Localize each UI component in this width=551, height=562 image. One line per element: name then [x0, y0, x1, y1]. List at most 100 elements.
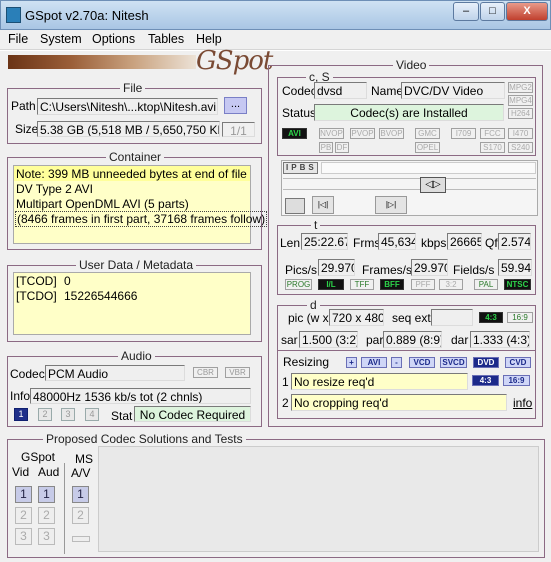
audio-codec-field: PCM Audio	[45, 365, 185, 381]
sar-label: sar	[281, 333, 298, 347]
path-field[interactable]: C:\Users\Nitesh\...ktop\Nitesh.avi	[37, 98, 218, 115]
snapshot-icon[interactable]	[285, 198, 305, 214]
maximize-button[interactable]: □	[480, 2, 505, 21]
resize-svcd-button[interactable]: SVCD	[440, 357, 467, 368]
vbr-indicator: VBR	[225, 367, 250, 378]
menu-file[interactable]: File	[8, 32, 28, 46]
seek-slider[interactable]	[283, 178, 536, 190]
mode-ntsc: NTSC	[504, 279, 531, 290]
container-group-title: Container	[106, 150, 165, 164]
minimize-button[interactable]: –	[453, 2, 479, 21]
kbps-field: 26665	[447, 233, 482, 250]
resize-minus-button[interactable]: -	[391, 357, 402, 368]
ar-4-3: 4:3	[479, 312, 503, 323]
menu-system[interactable]: System	[40, 32, 82, 46]
aud-solution-2[interactable]: 2	[38, 507, 55, 524]
seqext-field	[431, 309, 473, 326]
audio-stat-label: Stat	[111, 409, 133, 423]
flag-df: DF	[335, 142, 349, 153]
qf-field: 2.574	[498, 233, 531, 250]
video-group-title: Video	[393, 58, 430, 72]
close-button[interactable]: X	[506, 2, 548, 21]
av-solution-3[interactable]	[72, 536, 90, 542]
resize-ar-4-3[interactable]: 4:3	[472, 375, 499, 386]
meta-val-1: 0	[64, 274, 71, 288]
resize-ar-16-9[interactable]: 16:9	[503, 375, 530, 386]
seqext-label: seq ext	[392, 311, 431, 325]
fmt-mpg2: MPG2	[508, 82, 533, 93]
vid-solution-3[interactable]: 3	[15, 528, 32, 545]
av-solution-1[interactable]: 1	[72, 486, 89, 503]
audio-codec-label: Codec	[10, 367, 45, 381]
audio-stream-1[interactable]: 1	[14, 408, 28, 421]
resize-dvd-button[interactable]: DVD	[473, 357, 499, 368]
flag-s240: S240	[508, 142, 533, 153]
timeline-track	[321, 162, 536, 174]
len-field: 25:22.67(	[301, 233, 348, 250]
mode-pal: PAL	[474, 279, 498, 290]
frames-field: 29.970	[411, 259, 448, 276]
aud-col-label: Aud	[38, 465, 60, 479]
mode-bff: BFF	[380, 279, 404, 290]
step-back-icon[interactable]: |◁|	[312, 196, 334, 214]
proposed-solutions-panel	[98, 446, 539, 552]
kbps-label: kbps	[421, 236, 447, 250]
aud-solution-3[interactable]: 3	[38, 528, 55, 545]
menu-bar: File System Options Tables Help	[0, 30, 551, 50]
ipbs-p: P	[291, 163, 300, 172]
gspot-logo: GSpot	[196, 46, 273, 76]
dar-label: dar	[451, 333, 469, 347]
fields-label: Fields/s	[453, 263, 495, 277]
audio-stream-4[interactable]: 4	[85, 408, 99, 421]
ar-16-9: 16:9	[507, 312, 533, 323]
menu-tables[interactable]: Tables	[148, 32, 184, 46]
file-group-title: File	[120, 81, 146, 95]
frms-label: Frms	[353, 236, 381, 250]
frms-field: 45,634	[378, 233, 416, 250]
mode-pff: PFF	[411, 279, 435, 290]
browse-button[interactable]: ...	[224, 97, 247, 114]
vid-solution-1[interactable]: 1	[15, 486, 32, 503]
flag-opel: OPEL	[415, 142, 440, 153]
audio-stream-2[interactable]: 2	[38, 408, 52, 421]
aud-solution-1[interactable]: 1	[38, 486, 55, 503]
container-line-3: (8466 frames in first part, 37168 frames…	[15, 211, 268, 227]
video-codec-field: dvsd	[314, 82, 367, 99]
menu-options[interactable]: Options	[92, 32, 135, 46]
resize-avi-button[interactable]: AVI	[361, 357, 387, 368]
resize-cvd-button[interactable]: CVD	[505, 357, 531, 368]
size-label: Size	[15, 122, 39, 136]
resize-row-1-label: 1	[282, 375, 289, 389]
proposed-divider	[64, 463, 65, 554]
resizing-label: Resizing	[283, 355, 330, 369]
audio-info-label: Info	[10, 389, 31, 403]
info-link[interactable]: info	[513, 396, 532, 410]
mode-prog: PROG	[285, 279, 312, 290]
video-name-label: Name	[371, 84, 404, 98]
window-title: GSpot v2.70a: Nitesh	[25, 8, 149, 23]
seek-thumb-icon[interactable]: ◁▷	[420, 177, 446, 193]
title-bar: GSpot v2.70a: Nitesh – □ X	[0, 0, 551, 30]
av-solution-2[interactable]: 2	[72, 507, 89, 524]
mode-32: 3:2	[439, 279, 463, 290]
audio-stat-field: No Codec Required	[134, 406, 251, 422]
resize-vcd-button[interactable]: VCD	[409, 357, 435, 368]
pics-label: Pics/s	[285, 263, 318, 277]
fmt-mpg4: MPG4	[508, 95, 533, 106]
flag-nvop: NVOP	[319, 128, 344, 139]
audio-info-field: 48000Hz 1536 kb/s tot (2 chnls)	[30, 388, 251, 404]
resize-row-2-label: 2	[282, 396, 289, 410]
vid-solution-2[interactable]: 2	[15, 507, 32, 524]
len-label: Len	[280, 236, 301, 250]
flag-pb: PB	[319, 142, 333, 153]
metadata-group-title: User Data / Metadata	[76, 258, 197, 272]
resize-plus-button[interactable]: +	[346, 357, 357, 368]
audio-stream-3[interactable]: 3	[61, 408, 75, 421]
menu-help[interactable]: Help	[196, 32, 222, 46]
video-name-field: DVC/DV Video	[401, 82, 505, 99]
container-line-1: DV Type 2 AVI	[16, 182, 93, 196]
ipbs-s: S	[308, 163, 317, 172]
pics-field: 29.970	[318, 259, 355, 276]
proposed-group-title: Proposed Codec Solutions and Tests	[43, 432, 246, 446]
step-forward-icon[interactable]: |▷|	[375, 196, 407, 214]
